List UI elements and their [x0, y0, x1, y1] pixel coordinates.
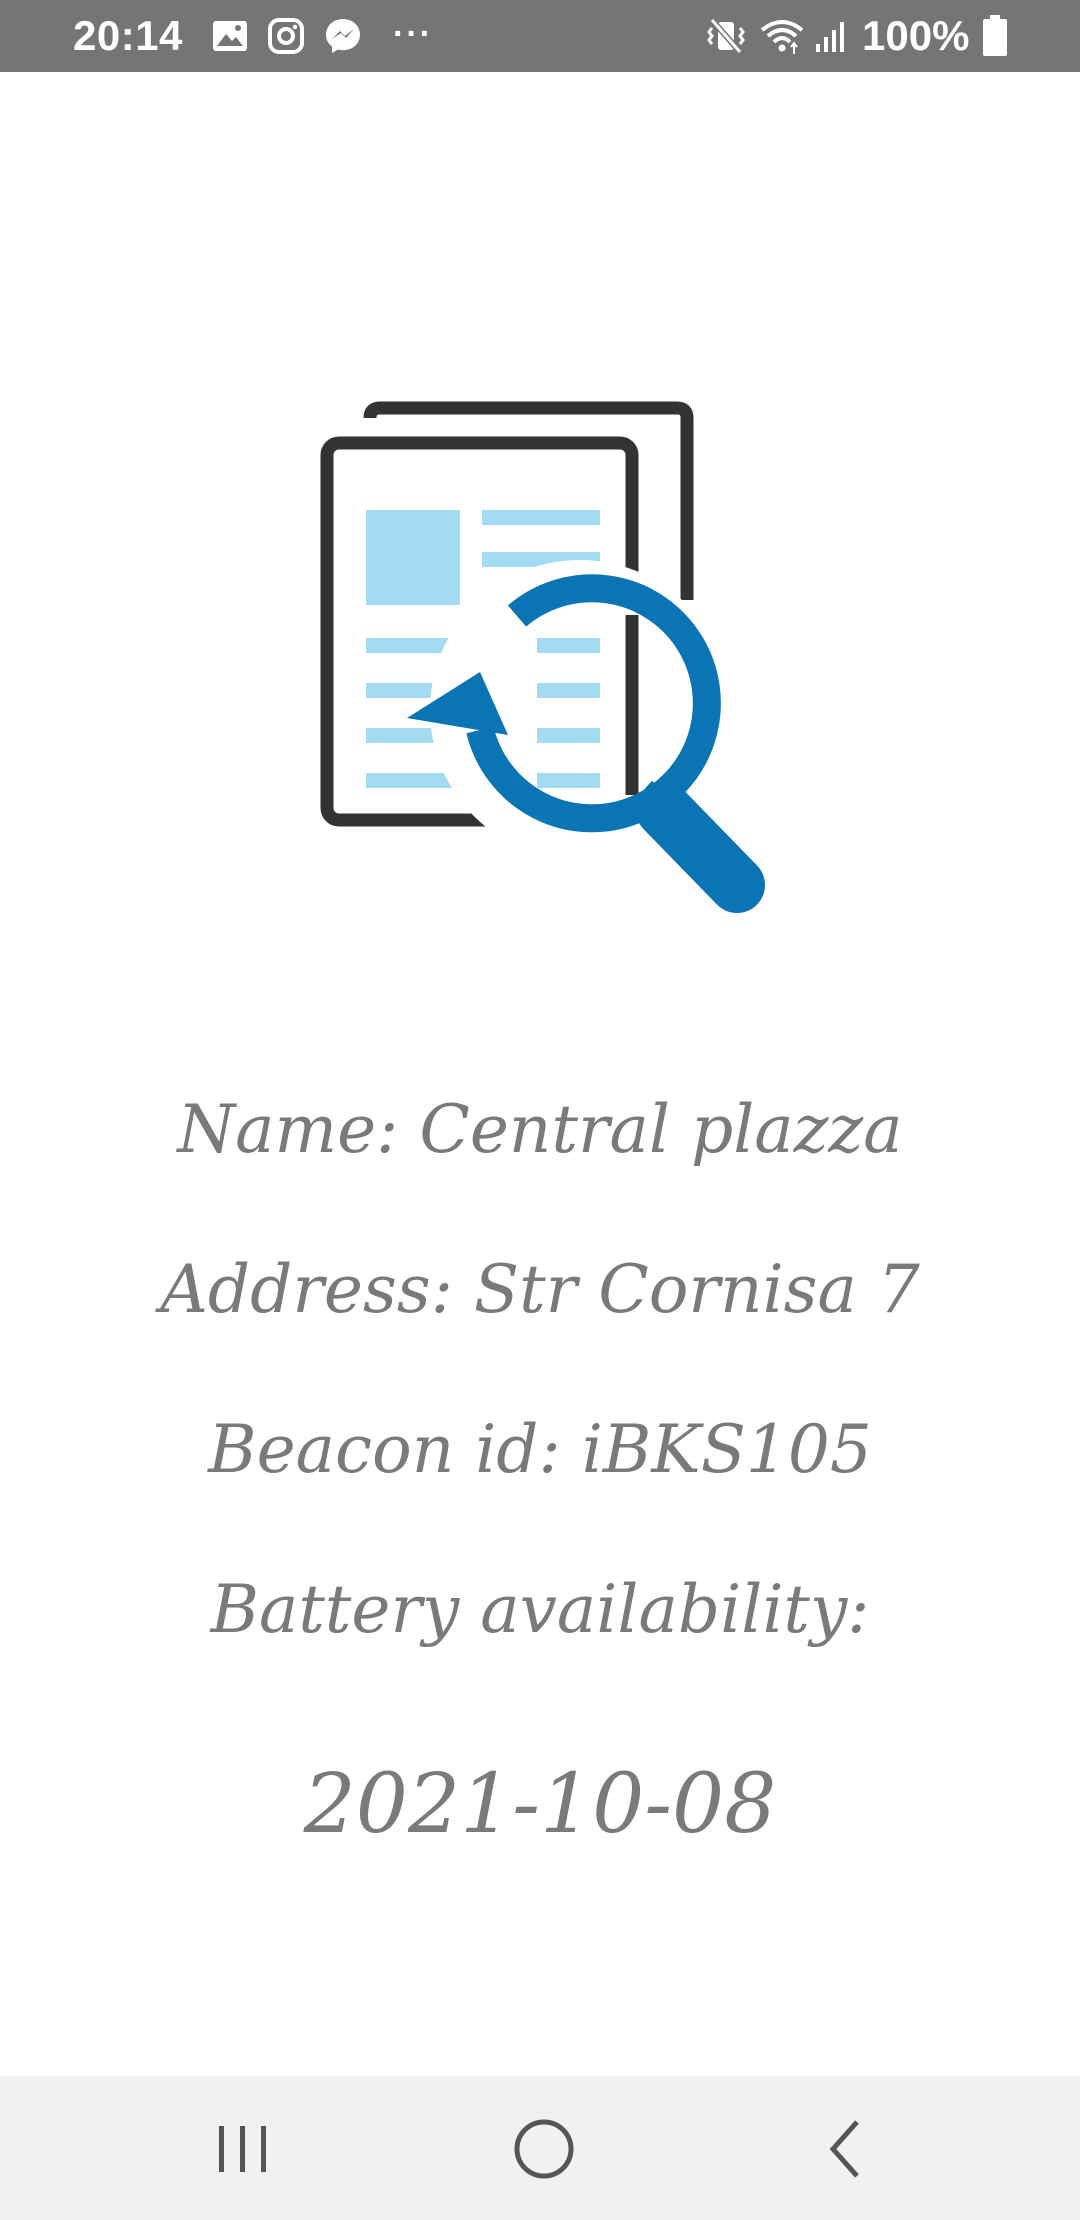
document-search-refresh-icon: [320, 401, 765, 913]
back-icon[interactable]: [800, 2104, 890, 2194]
recents-icon[interactable]: [198, 2104, 288, 2194]
screen: 20:14 ··· 100% Name: Central plazza Addr…: [0, 0, 1080, 2220]
date-value: 2021-10-08: [303, 1757, 777, 1852]
status-time: 20:14: [73, 12, 183, 59]
beacon-address: Address: Str Cornisa 7: [160, 1251, 920, 1328]
messenger-icon: [326, 19, 360, 53]
navigation-bar: [0, 2076, 1080, 2220]
beacon-name: Name: Central plazza: [177, 1091, 903, 1168]
beacon-id: Beacon id: iBKS105: [208, 1411, 872, 1488]
battery-availability: Battery availability:: [210, 1571, 870, 1648]
battery-percent: 100%: [862, 12, 970, 59]
overflow-dots-icon: ···: [393, 15, 433, 53]
instagram-icon: [268, 18, 304, 54]
vibrate-icon: [707, 18, 745, 54]
gallery-icon: [213, 21, 247, 51]
signal-icon: [816, 22, 844, 52]
wifi-icon: [760, 20, 804, 54]
home-icon[interactable]: [499, 2104, 589, 2194]
status-bar: 20:14 ··· 100%: [0, 0, 1080, 72]
battery-icon: [983, 15, 1007, 56]
